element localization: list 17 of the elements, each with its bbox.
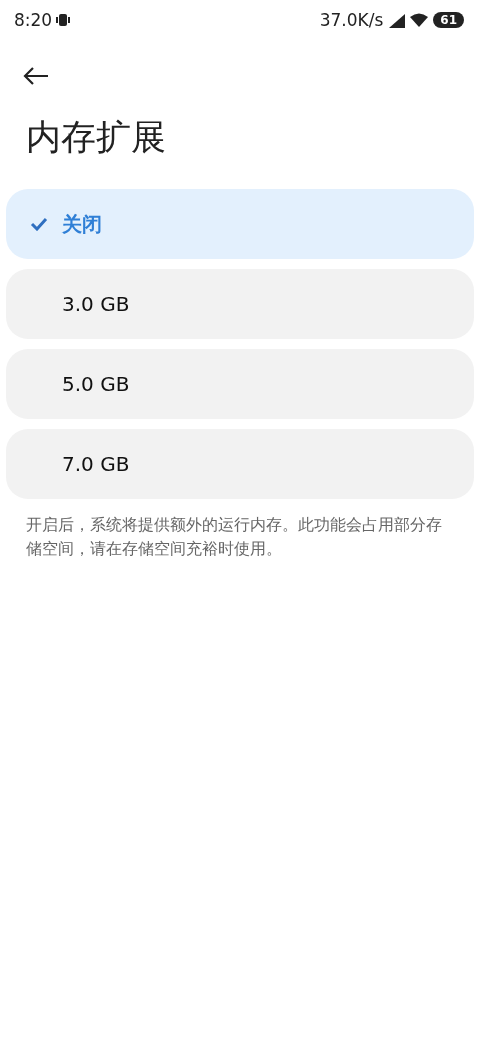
option-item[interactable]: 3.0 GB xyxy=(6,269,474,339)
battery-level: 61 xyxy=(433,12,464,28)
status-time: 8:20 xyxy=(14,10,53,30)
network-speed: 37.0K/s xyxy=(319,10,384,30)
description-text: 开启后，系统将提供额外的运行内存。此功能会占用部分存储空间，请在存储空间充裕时使用。 xyxy=(26,514,443,560)
option-item[interactable]: 关闭 xyxy=(6,189,474,259)
vibrate-icon xyxy=(56,13,71,27)
page-title: 内存扩展 xyxy=(26,116,167,159)
check-icon xyxy=(30,217,48,231)
option-label: 7.0 GB xyxy=(62,452,130,476)
option-label: 3.0 GB xyxy=(62,292,130,316)
option-label: 关闭 xyxy=(62,210,102,238)
option-item[interactable]: 7.0 GB xyxy=(6,429,474,499)
option-label: 5.0 GB xyxy=(62,372,130,396)
option-item[interactable]: 5.0 GB xyxy=(6,349,474,419)
wifi-icon xyxy=(409,12,430,28)
signal-icon xyxy=(387,12,406,28)
